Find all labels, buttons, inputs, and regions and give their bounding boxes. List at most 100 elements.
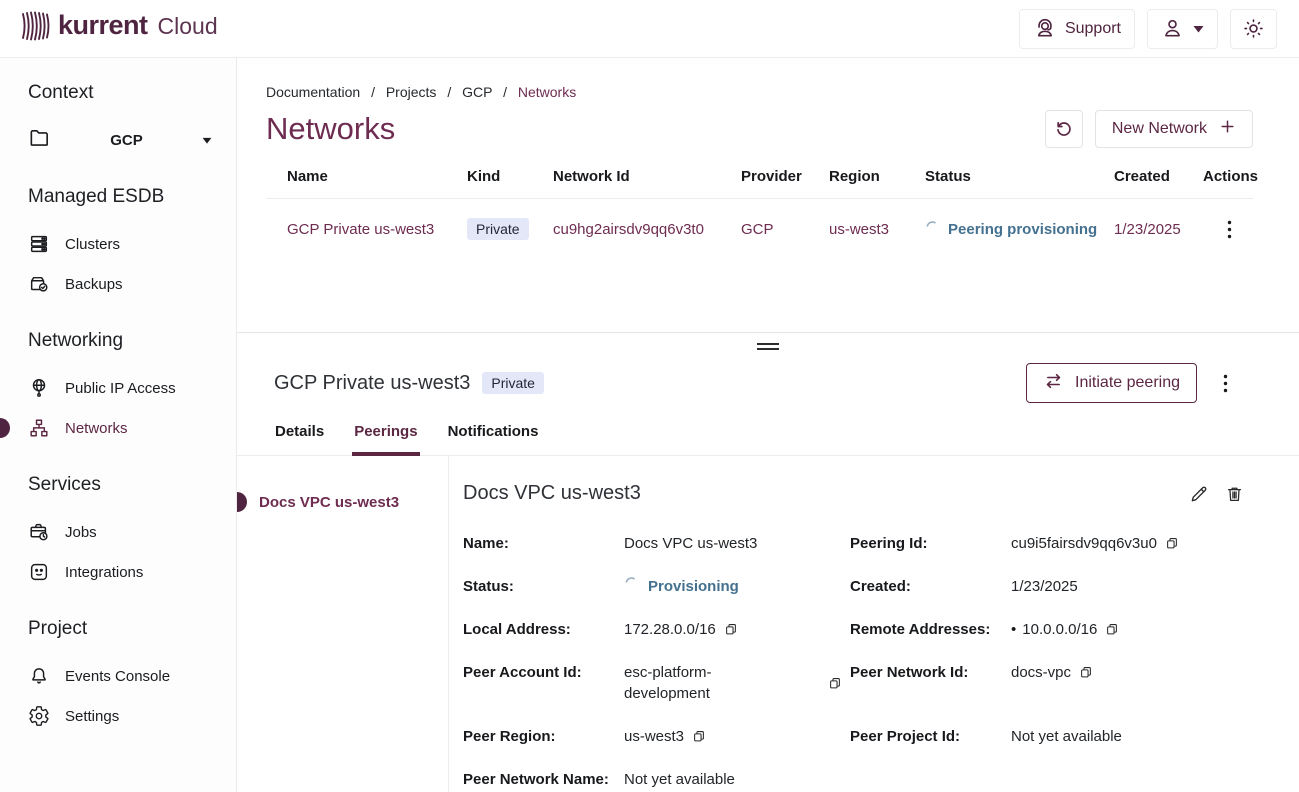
networks-table: Name Kind Network Id Provider Region Sta…	[266, 168, 1253, 259]
sidebar-item-jobs[interactable]: Jobs	[0, 512, 236, 552]
sidebar-heading-context: Context	[0, 82, 236, 104]
field-value-peer-project-id: Not yet available	[1011, 726, 1244, 747]
field-label-peer-network-name: Peer Network Name:	[463, 769, 624, 790]
delete-peering-button[interactable]	[1225, 484, 1244, 504]
user-icon	[1161, 17, 1184, 40]
column-header-region: Region	[829, 168, 925, 185]
cell-name[interactable]: GCP Private us-west3	[287, 221, 467, 238]
edit-peering-button[interactable]	[1189, 484, 1209, 504]
peering-list-item[interactable]: Docs VPC us-west3	[237, 488, 448, 516]
globe-icon	[28, 377, 50, 399]
field-label-peer-project-id: Peer Project Id:	[850, 726, 1011, 747]
sidebar-item-label: Integrations	[65, 564, 143, 581]
swap-arrows-icon	[1043, 372, 1064, 395]
kurrent-waves-icon	[20, 10, 50, 47]
support-button[interactable]: Support	[1019, 9, 1135, 49]
panel-tabs: Details Peerings Notifications	[237, 423, 1299, 456]
field-value-created: 1/23/2025	[1011, 576, 1244, 597]
breadcrumb-networks: Networks	[518, 84, 576, 100]
column-header-kind: Kind	[467, 168, 553, 185]
refresh-button[interactable]	[1045, 110, 1083, 148]
tab-details[interactable]: Details	[273, 423, 326, 456]
brand-name: kurrent	[58, 10, 148, 41]
sidebar-item-label: Settings	[65, 708, 119, 725]
bullet-glyph: •	[1011, 619, 1016, 640]
field-value-peer-network-name: Not yet available	[624, 769, 850, 790]
sidebar-item-clusters[interactable]: Clusters	[0, 224, 236, 264]
field-label-peering-id: Peering Id:	[850, 533, 1011, 554]
sidebar-item-label: Networks	[65, 420, 128, 437]
backups-icon	[28, 273, 50, 295]
kebab-icon	[1223, 374, 1228, 393]
field-label-remote-addresses: Remote Addresses:	[850, 619, 1011, 640]
panel-kebab-menu-button[interactable]	[1211, 369, 1239, 397]
page-actions: New Network	[1045, 110, 1253, 148]
cell-status: Peering provisioning	[925, 220, 1114, 239]
field-label-created: Created:	[850, 576, 1011, 597]
breadcrumb-documentation[interactable]: Documentation	[266, 84, 360, 100]
support-label: Support	[1065, 20, 1121, 38]
sidebar-heading-services: Services	[0, 474, 236, 496]
table-header-row: Name Kind Network Id Provider Region Sta…	[266, 168, 1253, 199]
sidebar-item-integrations[interactable]: Integrations	[0, 552, 236, 592]
initiate-peering-button[interactable]: Initiate peering	[1026, 363, 1197, 403]
tab-notifications[interactable]: Notifications	[446, 423, 541, 456]
column-header-created: Created	[1114, 168, 1203, 185]
support-headset-icon	[1033, 17, 1056, 40]
breadcrumb-projects[interactable]: Projects	[386, 84, 437, 100]
column-header-network-id: Network Id	[553, 168, 741, 185]
account-menu-button[interactable]	[1147, 9, 1218, 49]
main-content: Documentation / Projects / GCP / Network…	[237, 58, 1299, 792]
kurrent-cloud-logo[interactable]: kurrent Cloud	[20, 10, 218, 47]
breadcrumb-gcp[interactable]: GCP	[462, 84, 492, 100]
field-value-peering-id: cu9i5fairsdv9qq6v3u0	[1011, 533, 1244, 554]
sidebar-item-backups[interactable]: Backups	[0, 264, 236, 304]
sidebar-item-settings[interactable]: Settings	[0, 696, 236, 736]
sidebar-item-events-console[interactable]: Events Console	[0, 656, 236, 696]
chevron-down-icon	[1193, 25, 1204, 33]
network-detail-panel: GCP Private us-west3 Private Initiate pe…	[237, 332, 1299, 792]
sidebar-item-label: Events Console	[65, 668, 170, 685]
field-label-peer-account-id: Peer Account Id:	[463, 662, 624, 683]
outlet-icon	[28, 561, 50, 583]
column-header-name: Name	[287, 168, 467, 185]
theme-toggle-button[interactable]	[1230, 9, 1277, 49]
field-value-peer-network-id: docs-vpc	[1011, 662, 1244, 683]
copy-peer-network-id-button[interactable]	[1079, 665, 1093, 680]
status-text: Peering provisioning	[948, 221, 1097, 238]
copy-peering-id-button[interactable]	[1165, 536, 1179, 551]
peering-item-label: Docs VPC us-west3	[259, 494, 399, 511]
copy-remote-addresses-button[interactable]	[1105, 622, 1119, 637]
breadcrumb-separator: /	[447, 84, 451, 100]
context-selector[interactable]: GCP	[0, 120, 236, 160]
sidebar-item-label: Public IP Access	[65, 380, 176, 397]
sidebar-item-networks[interactable]: Networks	[0, 408, 236, 448]
panel-resize-handle[interactable]	[757, 343, 779, 353]
tab-peerings[interactable]: Peerings	[352, 423, 419, 456]
table-row[interactable]: GCP Private us-west3 Private cu9hg2airsd…	[266, 199, 1253, 259]
copy-local-address-button[interactable]	[724, 622, 738, 637]
context-selected-value: GCP	[51, 132, 202, 149]
cell-provider: GCP	[741, 221, 829, 238]
sidebar-heading-project: Project	[0, 618, 236, 640]
copy-icon	[692, 729, 706, 744]
copy-peer-region-button[interactable]	[692, 729, 706, 744]
selected-peering-indicator	[237, 492, 247, 512]
chevron-down-icon	[202, 131, 212, 149]
breadcrumb-separator: /	[503, 84, 507, 100]
gear-icon	[28, 705, 50, 727]
plus-icon	[1219, 118, 1236, 140]
row-kebab-menu-button[interactable]	[1215, 215, 1243, 243]
sidebar-item-public-ip-access[interactable]: Public IP Access	[0, 368, 236, 408]
sidebar-heading-networking: Networking	[0, 330, 236, 352]
initiate-peering-label: Initiate peering	[1075, 374, 1180, 392]
new-network-button[interactable]: New Network	[1095, 110, 1253, 148]
cell-network-id: cu9hg2airsdv9qq6v3t0	[553, 221, 741, 238]
new-network-label: New Network	[1112, 120, 1207, 138]
cell-created: 1/23/2025	[1114, 221, 1203, 238]
trash-icon	[1225, 484, 1244, 504]
active-item-indicator	[0, 418, 10, 438]
copy-peer-account-id-button[interactable]	[828, 676, 842, 691]
topbar-actions: Support	[1019, 9, 1277, 49]
peering-list: Docs VPC us-west3	[237, 456, 449, 792]
